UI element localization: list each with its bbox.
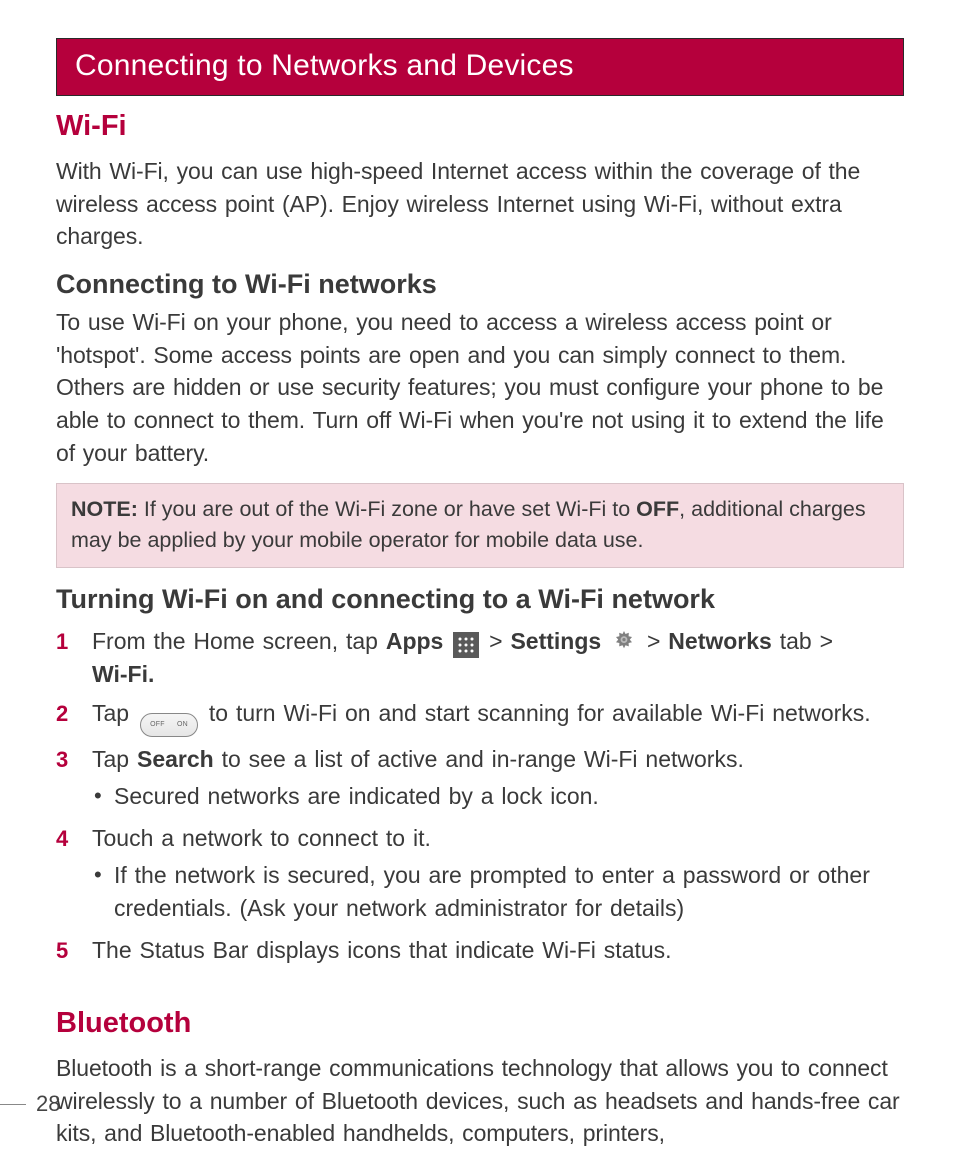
step-5: 5 The Status Bar displays icons that ind… (56, 934, 904, 967)
settings-gear-icon (611, 628, 637, 654)
step-number: 4 (56, 822, 92, 854)
separator: > (489, 628, 510, 654)
step-4: 4 Touch a network to connect to it. If t… (56, 822, 904, 928)
heading-connecting: Connecting to Wi-Fi networks (56, 269, 904, 300)
wifi-intro: With Wi-Fi, you can use high-speed Inter… (56, 155, 904, 253)
step-body: Tap OFF ON to turn Wi-Fi on and start sca… (92, 697, 904, 737)
note-off: OFF (636, 497, 679, 521)
note-label: NOTE: (71, 497, 138, 521)
apps-icon (453, 632, 479, 658)
text: to turn Wi-Fi on and start scanning for … (201, 700, 871, 726)
text: Tap (92, 746, 137, 772)
step-body: From the Home screen, tap Apps > Setting… (92, 625, 904, 691)
text: to see a list of active and in-range Wi-… (214, 746, 744, 772)
step-number: 3 (56, 743, 92, 775)
footer-rule (0, 1104, 26, 1105)
text: From the Home screen, tap (92, 628, 386, 654)
step-number: 5 (56, 934, 92, 966)
step-number: 1 (56, 625, 92, 657)
text: Touch a network to connect to it. (92, 825, 431, 851)
heading-turning-on: Turning Wi-Fi on and connecting to a Wi-… (56, 584, 904, 615)
toggle-off-label: OFF (150, 720, 165, 730)
bluetooth-body: Bluetooth is a short-range communication… (56, 1052, 904, 1150)
label-apps: Apps (386, 628, 444, 654)
toggle-on-label: ON (177, 720, 188, 730)
step-body: The Status Bar displays icons that indic… (92, 934, 904, 967)
page-number: 28 (36, 1091, 60, 1117)
heading-wifi: Wi-Fi (56, 110, 904, 143)
label-settings: Settings (510, 628, 601, 654)
step-body: Touch a network to connect to it. If the… (92, 822, 904, 928)
sub-bullets: If the network is secured, you are promp… (92, 859, 904, 924)
sub-bullets: Secured networks are indicated by a lock… (92, 780, 904, 813)
connecting-body: To use Wi-Fi on your phone, you need to … (56, 306, 904, 469)
page-footer: 28 (0, 1091, 60, 1117)
label-search: Search (137, 746, 214, 772)
toggle-off-on-icon: OFF ON (140, 713, 198, 737)
step-number: 2 (56, 697, 92, 729)
steps-list: 1 From the Home screen, tap Apps > Setti… (56, 625, 904, 967)
heading-bluetooth: Bluetooth (56, 1007, 904, 1040)
note-box: NOTE: If you are out of the Wi-Fi zone o… (56, 483, 904, 568)
label-wifi: Wi-Fi. (92, 661, 154, 687)
bullet-item: If the network is secured, you are promp… (92, 859, 904, 924)
step-1: 1 From the Home screen, tap Apps > Setti… (56, 625, 904, 691)
note-pre: If you are out of the Wi-Fi zone or have… (138, 497, 636, 521)
step-2: 2 Tap OFF ON to turn Wi-Fi on and start s… (56, 697, 904, 737)
bullet-item: Secured networks are indicated by a lock… (92, 780, 904, 813)
label-networks: Networks (668, 628, 772, 654)
separator: > (647, 628, 668, 654)
step-body: Tap Search to see a list of active and i… (92, 743, 904, 816)
text: tab > (772, 628, 833, 654)
text: Tap (92, 700, 137, 726)
step-3: 3 Tap Search to see a list of active and… (56, 743, 904, 816)
chapter-title: Connecting to Networks and Devices (56, 38, 904, 96)
